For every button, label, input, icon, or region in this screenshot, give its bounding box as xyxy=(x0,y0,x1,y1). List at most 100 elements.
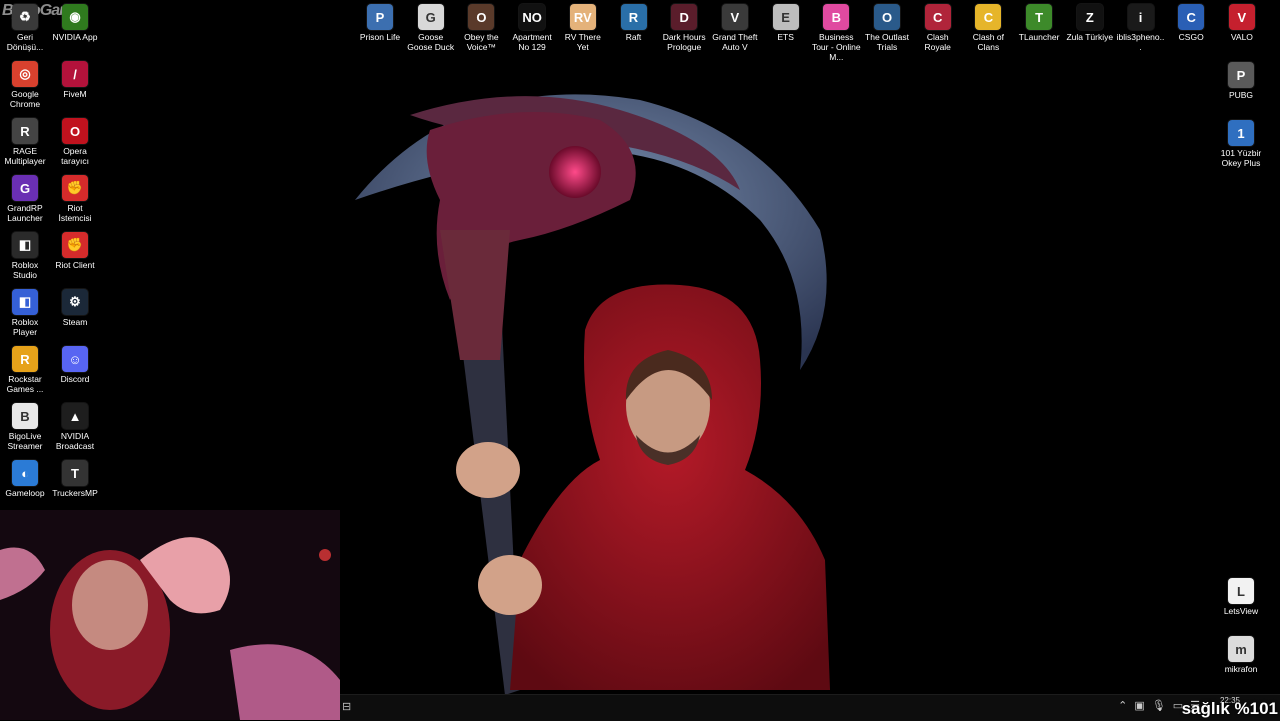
desktop-shortcut-label: iblis3pheno... xyxy=(1116,32,1165,52)
desktop-shortcut-riot[interactable]: ✊ Riot İstemcisi xyxy=(50,175,100,223)
desktop-shortcut-goose-goose-duck[interactable]: G Goose Goose Duck xyxy=(406,4,456,52)
mikrafon-icon: m xyxy=(1228,636,1254,662)
desktop-shortcut-label: Dark Hours Prologue xyxy=(662,32,706,52)
desktop-shortcut-grandrp[interactable]: G GrandRP Launcher xyxy=(0,175,50,223)
desktop-shortcut-prison-life[interactable]: P Prison Life xyxy=(355,4,405,42)
steam-icon: ⚙ xyxy=(62,289,88,315)
ets-icon: E xyxy=(772,4,799,30)
desktop-shortcut-label: Raft xyxy=(625,32,642,42)
zula-icon: Z xyxy=(1076,4,1103,30)
desktop-shortcut-label: 101 Yüzbir Okey Plus xyxy=(1220,148,1262,168)
desktop-shortcut-pubg[interactable]: P PUBG xyxy=(1216,62,1266,100)
nvidia-broadcast-icon: ▲ xyxy=(62,403,88,429)
webcam-overlay xyxy=(0,510,340,720)
rage-icon: R xyxy=(12,118,38,144)
desktop-shortcut-gta-v[interactable]: V Grand Theft Auto V xyxy=(710,4,760,52)
desktop-shortcut-fivem[interactable]: / FiveM xyxy=(50,61,100,99)
desktop-shortcut-mikrafon[interactable]: m mikrafon xyxy=(1216,636,1266,674)
chevron-up-icon[interactable]: ⌃ xyxy=(1118,699,1127,712)
desktop-shortcut-riot-client[interactable]: ✊ Riot Client xyxy=(50,232,100,270)
desktop-shortcut-label: Opera tarayıcı xyxy=(61,146,89,166)
desktop-shortcut-label: Goose Goose Duck xyxy=(407,32,455,52)
desktop-shortcut-label: Steam xyxy=(62,317,88,327)
rockstar-icon: R xyxy=(12,346,38,372)
okey-plus-icon: 1 xyxy=(1228,120,1254,146)
desktop-shortcut-label: mikrafon xyxy=(1224,664,1258,674)
letsview-icon: L xyxy=(1228,578,1254,604)
desktop-shortcut-roblox-studio[interactable]: ◧ Roblox Studio xyxy=(0,232,50,280)
desktop-shortcut-recycle-bin[interactable]: ♻ Geri Dönüşü... xyxy=(0,4,50,52)
desktop-shortcut-business-tour[interactable]: B Business Tour - Online M... xyxy=(811,4,861,62)
health-overlay-text: sağlık %101 xyxy=(1181,699,1278,718)
apartment-icon: NO xyxy=(519,4,546,30)
desktop-shortcut-label: RV There Yet xyxy=(564,32,601,52)
desktop-shortcut-gameloop[interactable]: ◐ Gameloop xyxy=(0,460,50,498)
desktop-shortcut-raft[interactable]: R Raft xyxy=(609,4,659,42)
desktop-shortcut-zula[interactable]: Z Zula Türkiye xyxy=(1065,4,1115,42)
chrome-icon: ◎ xyxy=(12,61,38,87)
desktop-shortcut-chrome[interactable]: ◎ Google Chrome xyxy=(0,61,50,109)
desktop-shortcut-csgo[interactable]: C CSGO xyxy=(1166,4,1216,42)
desktop-shortcut-obey-the-voice[interactable]: O Obey the Voice™ xyxy=(456,4,506,52)
desktop-shortcut-valorant[interactable]: V VALO xyxy=(1217,4,1267,42)
discord-icon: ☺ xyxy=(62,346,88,372)
desktop-shortcut-label: NVIDIA App xyxy=(52,32,98,42)
desktop-shortcut-clash-royale[interactable]: C Clash Royale xyxy=(913,4,963,52)
desktop-shortcut-outlast-trials[interactable]: O The Outlast Trials xyxy=(862,4,912,52)
desktop-shortcut-label: FiveM xyxy=(63,89,87,99)
desktop-shortcut-iblis[interactable]: i iblis3pheno... xyxy=(1116,4,1166,52)
prison-life-icon: P xyxy=(367,4,393,30)
desktop-shortcut-clash-of-clans[interactable]: C Clash of Clans xyxy=(963,4,1013,52)
raft-icon: R xyxy=(620,4,647,30)
desktop-shortcut-tlauncher[interactable]: T TLauncher xyxy=(1014,4,1064,42)
desktop-shortcut-rockstar[interactable]: R Rockstar Games ... xyxy=(0,346,50,394)
desktop-shortcut-nvidia[interactable]: ◉ NVIDIA App xyxy=(50,4,100,42)
desktop-shortcut-rage[interactable]: R RAGE Multiplayer xyxy=(0,118,50,166)
iblis-icon: i xyxy=(1127,4,1154,30)
desktop-shortcut-label: Rockstar Games ... xyxy=(6,374,44,394)
desktop-shortcut-label: The Outlast Trials xyxy=(865,32,909,52)
desktop-shortcut-label: Obey the Voice™ xyxy=(464,32,499,52)
outlast-trials-icon: O xyxy=(874,4,900,30)
microphone-icon[interactable]: 🎙 xyxy=(1152,699,1166,712)
business-tour-icon: B xyxy=(823,4,850,30)
grandrp-icon: G xyxy=(12,175,38,201)
desktop-shortcut-letsview[interactable]: L LetsView xyxy=(1216,578,1266,616)
desktop-shortcut-label: Business Tour - Online M... xyxy=(811,32,861,62)
start-button[interactable]: ⊟ xyxy=(342,700,351,713)
recycle-bin-icon: ♻ xyxy=(12,4,38,30)
desktop-shortcut-discord[interactable]: ☺ Discord xyxy=(50,346,100,384)
desktop-shortcut-opera[interactable]: O Opera tarayıcı xyxy=(50,118,100,166)
desktop-shortcut-label: Google Chrome xyxy=(9,89,41,109)
desktop-shortcut-bigolive[interactable]: B BigoLive Streamer xyxy=(0,403,50,451)
desktop-shortcut-label: RAGE Multiplayer xyxy=(4,146,46,166)
desktop-shortcut-label: VALO xyxy=(1230,32,1253,42)
taskbar: ⊟ ⌃ ▣ 🎙 ▭ ☰ 22:35 sağlık %101 xyxy=(340,694,1280,721)
desktop-shortcut-label: Clash of Clans xyxy=(972,32,1004,52)
desktop-shortcut-roblox-player[interactable]: ◧ Roblox Player xyxy=(0,289,50,337)
desktop-shortcut-steam[interactable]: ⚙ Steam xyxy=(50,289,100,327)
desktop-shortcut-truckersmp[interactable]: T TruckersMP xyxy=(50,460,100,498)
desktop-shortcut-label: Prison Life xyxy=(359,32,401,42)
opera-icon: O xyxy=(62,118,88,144)
nvidia-icon: ◉ xyxy=(62,4,88,30)
desktop-shortcut-nvidia-broadcast[interactable]: ▲ NVIDIA Broadcast xyxy=(50,403,100,451)
clash-royale-icon: C xyxy=(924,4,951,30)
desktop-shortcut-label: Zula Türkiye xyxy=(1066,32,1114,42)
desktop-shortcut-label: TLauncher xyxy=(1018,32,1060,42)
desktop-shortcut-dark-hours[interactable]: D Dark Hours Prologue xyxy=(659,4,709,52)
desktop-shortcut-okey-plus[interactable]: 1 101 Yüzbir Okey Plus xyxy=(1216,120,1266,168)
pubg-icon: P xyxy=(1228,62,1254,88)
desktop-shortcut-label: Discord xyxy=(60,374,90,384)
gameloop-icon: ◐ xyxy=(12,460,38,486)
monitor-icon[interactable]: ▣ xyxy=(1134,699,1144,712)
desktop-shortcut-label: CSGO xyxy=(1178,32,1204,42)
desktop-shortcut-ets[interactable]: E ETS xyxy=(761,4,811,42)
bigolive-icon: B xyxy=(12,403,38,429)
desktop-shortcut-label: Geri Dönüşü... xyxy=(6,32,44,52)
fivem-icon: / xyxy=(62,61,88,87)
desktop-shortcut-label: Gameloop xyxy=(5,488,45,498)
desktop-shortcut-apartment[interactable]: NO Apartment No 129 xyxy=(507,4,557,52)
desktop-shortcut-label: ETS xyxy=(777,32,794,42)
desktop-shortcut-rv-there-yet[interactable]: RV RV There Yet xyxy=(558,4,608,52)
